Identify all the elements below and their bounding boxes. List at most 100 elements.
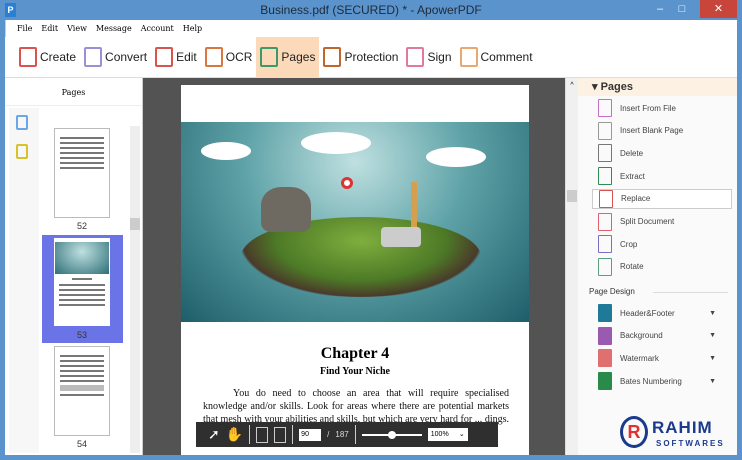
toolbar-convert-button[interactable]: Convert: [80, 37, 151, 78]
collapse-icon: ▾: [592, 81, 601, 93]
design-tool-background[interactable]: Background ▼: [592, 326, 732, 346]
chapter-subheading: Find Your Niche: [319, 366, 390, 377]
close-button[interactable]: ✕: [700, 0, 737, 18]
page-number-53: 53: [76, 330, 87, 340]
toolbar-protection-button[interactable]: Protection: [319, 37, 402, 78]
scrollbar-thumb[interactable]: [130, 218, 140, 230]
design-tool-watermark[interactable]: Watermark ▼: [592, 348, 732, 368]
menu-message[interactable]: Message: [96, 24, 132, 33]
thumbnail-scrollbar[interactable]: [130, 126, 140, 453]
page-thumbnail-52[interactable]: [54, 128, 110, 218]
fit-page-icon[interactable]: [274, 426, 287, 443]
toolbar-create-button[interactable]: Create: [15, 37, 80, 78]
edit-icon: [155, 47, 174, 67]
replace-icon: [599, 189, 613, 208]
page-tool-insert-blank-page[interactable]: Insert Blank Page: [592, 121, 732, 141]
delete-icon: [598, 144, 612, 163]
pdf-page: Chapter 4 Find Your Niche You do need to…: [181, 85, 529, 455]
menu-edit[interactable]: Edit: [41, 24, 58, 33]
pages-panel: Pages 52 53 54: [5, 78, 143, 455]
chevron-down-icon: ⌄: [458, 431, 465, 438]
zoom-slider[interactable]: [361, 430, 422, 439]
tool-label: Replace: [621, 194, 651, 204]
toolbar: Create Convert Edit OCR Pages Protection Sign C…: [5, 36, 737, 78]
dropdown-arrow-icon[interactable]: ▼: [709, 332, 716, 339]
page-tool-split-document[interactable]: Split Document: [592, 212, 732, 232]
toolbar-comment-button[interactable]: Comment: [456, 37, 537, 78]
toolbar-edit-button[interactable]: Edit: [151, 37, 201, 78]
hand-tool-icon[interactable]: ✋: [226, 426, 243, 443]
tool-label: Background: [620, 331, 663, 341]
toolbar-label: Convert: [105, 50, 148, 64]
dropdown-arrow-icon[interactable]: ▼: [709, 378, 716, 385]
zoom-slider-knob[interactable]: [387, 430, 396, 439]
pages-panel-title: Pages: [5, 78, 142, 106]
tool-label: Split Document: [620, 217, 675, 226]
select-tool-icon[interactable]: ➚: [208, 426, 220, 443]
pages-section-header[interactable]: ▾ Pages: [578, 78, 737, 96]
pages-icon: [260, 47, 279, 67]
tool-label: Watermark: [620, 353, 659, 363]
document-scrollbar[interactable]: ^: [565, 78, 578, 455]
fit-width-icon[interactable]: [256, 426, 269, 443]
split-document-icon: [598, 212, 612, 231]
ocr-icon: [204, 47, 223, 67]
attachments-tab-icon[interactable]: [16, 144, 28, 159]
menu-account[interactable]: Account: [141, 24, 174, 33]
title-bar: P Business.pdf (SECURED) * - ApowerPDF –…: [0, 0, 742, 20]
toolbar-ocr-button[interactable]: OCR: [201, 37, 257, 78]
page-number-input[interactable]: 90: [299, 428, 322, 441]
page-thumbnail-53[interactable]: [54, 238, 110, 326]
crop-icon: [598, 235, 612, 254]
page-illustration: [181, 122, 529, 322]
minimize-button[interactable]: –: [650, 0, 670, 18]
page-tool-crop[interactable]: Crop: [592, 234, 732, 254]
toolbar-pages-button[interactable]: Pages: [256, 36, 320, 78]
page-tool-insert-from-file[interactable]: Insert From File: [592, 98, 732, 118]
toolbar-label: Protection: [344, 50, 399, 64]
page-tool-extract[interactable]: Extract: [592, 166, 732, 186]
toolbar-label: Comment: [480, 50, 533, 64]
extract-icon: [598, 167, 612, 186]
page-tool-rotate[interactable]: Rotate: [592, 257, 732, 277]
menu-help[interactable]: Help: [183, 24, 202, 33]
total-pages: 187: [335, 430, 349, 439]
page-number-52: 52: [76, 221, 87, 231]
design-tool-header-footer[interactable]: Header&Footer ▼: [592, 303, 732, 323]
menu-bar: File Edit View Message Account Help: [5, 20, 737, 37]
rotate-icon: [598, 257, 612, 276]
header-footer-icon: [598, 304, 612, 322]
toolbar-sign-button[interactable]: Sign: [402, 37, 455, 78]
menu-view[interactable]: View: [67, 24, 87, 33]
design-tool-bates-numbering[interactable]: Bates Numbering ▼: [592, 371, 732, 391]
page-number-54: 54: [76, 439, 87, 449]
comment-icon: [459, 47, 478, 67]
dropdown-arrow-icon[interactable]: ▼: [709, 355, 716, 362]
toolbar-label: Create: [40, 50, 77, 64]
page-tool-delete[interactable]: Delete: [592, 143, 732, 163]
page-design-title: Page Design: [589, 287, 635, 296]
navigation-bar: ➚ ✋ 90 / 187 100% ⌄: [196, 422, 498, 447]
document-view: Chapter 4 Find Your Niche You do need to…: [143, 78, 565, 455]
toolbar-label: Pages: [281, 50, 316, 64]
tool-label: Rotate: [620, 262, 644, 272]
pages-tools-panel: ▾ Pages Page Design Insert From File Inse…: [578, 78, 737, 455]
dropdown-arrow-icon[interactable]: ▼: [709, 310, 716, 317]
page-tool-replace[interactable]: Replace: [592, 188, 732, 209]
chapter-heading: Chapter 4: [320, 345, 390, 362]
tool-label: Insert Blank Page: [620, 126, 684, 136]
protection-icon: [323, 47, 342, 67]
convert-icon: [84, 47, 103, 67]
toolbar-label: OCR: [225, 50, 253, 64]
scroll-up-icon[interactable]: ^: [566, 82, 578, 89]
sign-icon: [406, 47, 425, 67]
toolbar-label: Sign: [427, 50, 452, 64]
menu-file[interactable]: File: [17, 24, 32, 33]
zoom-select[interactable]: 100% ⌄: [427, 428, 468, 441]
app-icon: P: [5, 3, 16, 17]
pages-tab-icon[interactable]: [16, 115, 28, 130]
maximize-button[interactable]: □: [672, 0, 692, 18]
page-thumbnail-54[interactable]: [54, 346, 110, 436]
scrollbar-thumb[interactable]: [567, 190, 577, 202]
panel-tabs: [9, 108, 39, 453]
